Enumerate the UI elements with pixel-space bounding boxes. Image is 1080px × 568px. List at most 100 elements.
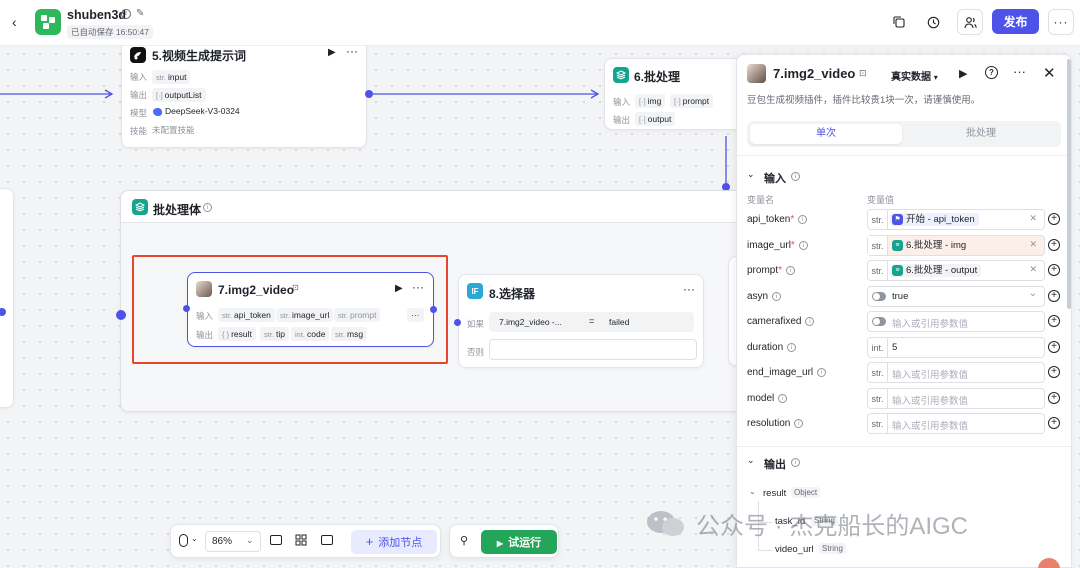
chevron-down-icon[interactable]: ⌄: [191, 534, 198, 543]
chevron-down-icon[interactable]: ⌄: [749, 487, 756, 496]
users-icon[interactable]: [957, 9, 983, 35]
info-icon[interactable]: i: [203, 203, 212, 212]
condition-row[interactable]: 7.img2_video -... = failed: [489, 312, 694, 332]
param-name: camerafixed: [747, 316, 802, 327]
info-icon[interactable]: i: [121, 9, 131, 19]
more-icon[interactable]: ···: [683, 282, 695, 296]
plus-icon: +: [365, 534, 374, 549]
info-icon: i: [805, 316, 815, 326]
tag-result: { } result: [218, 327, 256, 341]
grid-icon[interactable]: [295, 534, 307, 549]
reference-chip[interactable]: ⚑ 开始 - api_token: [890, 213, 979, 226]
more-icon[interactable]: ···: [346, 46, 358, 58]
param-field[interactable]: 输入或引用参数值: [867, 311, 1045, 332]
tab-batch[interactable]: 批处理: [905, 124, 1057, 144]
add-node-button[interactable]: + 添加节点: [351, 530, 437, 554]
run-icon[interactable]: ▶: [328, 47, 336, 58]
add-circle-icon[interactable]: +: [1048, 417, 1060, 429]
param-field[interactable]: true ⌄: [867, 286, 1045, 307]
add-circle-icon[interactable]: +: [1048, 341, 1060, 353]
node-selector[interactable]: IF 8.选择器 ··· 如果 7.img2_video -... = fail…: [458, 274, 704, 368]
toggle-switch[interactable]: [872, 317, 886, 326]
run-toolbar: ⚲ ▶ 试运行: [449, 524, 559, 558]
comment-icon[interactable]: [270, 535, 282, 545]
history-icon[interactable]: [925, 14, 941, 30]
connection-dot[interactable]: [430, 306, 437, 313]
node-video-prompt[interactable]: 5.视频生成提示词 ▶ ··· 输入 str. input 输出 [·] outpu…: [121, 46, 367, 148]
scrollbar[interactable]: [1067, 59, 1071, 309]
param-name: duration: [747, 342, 784, 353]
type-label: str.: [868, 261, 888, 280]
param-field[interactable]: str. 输入或引用参数值: [867, 388, 1045, 409]
else-field[interactable]: [489, 339, 697, 360]
zoom-select[interactable]: 86% ⌄: [205, 531, 261, 552]
param-field[interactable]: str. 输入或引用参数值: [867, 362, 1045, 383]
placeholder: 输入或引用参数值: [892, 370, 969, 381]
mouse-icon[interactable]: [179, 534, 188, 547]
tag-prompt: str. prompt: [334, 308, 381, 322]
add-circle-icon[interactable]: +: [1048, 315, 1060, 327]
run-icon[interactable]: ▶: [959, 67, 967, 80]
watermark: 公众号 · 杰克船长的AIGC: [644, 506, 968, 540]
param-field[interactable]: str. ≡ 6.批处理 - img ✕: [867, 235, 1045, 256]
partial-node-left[interactable]: [0, 188, 14, 408]
zoom-value: 86%: [212, 536, 233, 547]
col-value: 变量值: [867, 195, 895, 205]
add-circle-icon[interactable]: +: [1048, 213, 1060, 225]
connection-dot[interactable]: [183, 305, 190, 312]
param-row-prompt: prompt* i str. ≡ 6.批处理 - output ✕ +: [737, 260, 1071, 282]
info-icon[interactable]: i: [791, 172, 800, 181]
param-field[interactable]: str. ≡ 6.批处理 - output ✕: [867, 260, 1045, 281]
param-name: api_token: [747, 214, 791, 225]
param-row-resolution: resolution i str. 输入或引用参数值 +: [737, 413, 1071, 435]
tab-single[interactable]: 单次: [750, 124, 902, 144]
param-name: end_image_url: [747, 367, 814, 378]
param-field[interactable]: str. 输入或引用参数值: [867, 413, 1045, 434]
label-input: 输入: [130, 72, 148, 82]
data-mode-select[interactable]: 真实数据 ▾: [891, 68, 938, 83]
panel-description: 豆包生成视频插件，插件比较贵1块一次，请谨慎使用。: [747, 95, 981, 106]
node-img2video[interactable]: 7.img2_video ⊡ ▶ ··· 输入 str. api_token st…: [187, 272, 434, 347]
clear-icon[interactable]: ✕: [1029, 213, 1037, 224]
param-field[interactable]: int. 5: [867, 337, 1045, 358]
chevron-down-icon[interactable]: ⌄: [1029, 288, 1037, 299]
chevron-down-icon[interactable]: ⌄: [747, 455, 755, 466]
param-field[interactable]: str. ⚑ 开始 - api_token ✕: [867, 209, 1045, 230]
add-circle-icon[interactable]: +: [1048, 264, 1060, 276]
toggle-switch[interactable]: [872, 292, 886, 301]
help-icon[interactable]: ?: [985, 66, 998, 79]
edit-icon[interactable]: ✎: [136, 8, 144, 19]
play-icon: ▶: [496, 539, 504, 548]
add-circle-icon[interactable]: +: [1048, 366, 1060, 378]
connection-dot[interactable]: [365, 90, 373, 98]
test-run-button[interactable]: ▶ 试运行: [481, 530, 557, 554]
reference-chip[interactable]: ≡ 6.批处理 - output: [890, 264, 982, 277]
minimap-icon[interactable]: [321, 535, 333, 545]
publish-button[interactable]: 发布: [992, 9, 1039, 34]
more-icon[interactable]: ···: [1013, 64, 1026, 79]
connection-dot[interactable]: [116, 310, 126, 320]
more-icon[interactable]: ···: [1048, 9, 1074, 35]
clear-icon[interactable]: ✕: [1029, 264, 1037, 275]
info-icon[interactable]: i: [791, 458, 800, 467]
output-type-badge: Object: [791, 487, 821, 498]
condition-right: failed: [609, 317, 630, 327]
batch-icon: [613, 67, 629, 83]
add-circle-icon[interactable]: +: [1048, 392, 1060, 404]
chevron-down-icon: ▾: [933, 73, 938, 82]
close-icon[interactable]: ✕: [1043, 64, 1056, 82]
reference-chip[interactable]: ≡ 6.批处理 - img: [890, 239, 970, 252]
copy-icon[interactable]: [891, 14, 907, 30]
node-batch[interactable]: 6.批处理 输入 [·] img [·] prompt 输出 [·] output: [604, 58, 744, 130]
clear-icon[interactable]: ✕: [1029, 239, 1037, 250]
add-circle-icon[interactable]: +: [1048, 239, 1060, 251]
wrench-icon[interactable]: ⚲: [460, 534, 468, 547]
add-circle-icon[interactable]: +: [1048, 290, 1060, 302]
more-icon[interactable]: ···: [412, 280, 424, 294]
connection-dot[interactable]: [454, 319, 461, 326]
run-icon[interactable]: ▶: [395, 283, 403, 294]
param-value: 5: [892, 342, 898, 353]
back-icon[interactable]: ‹: [12, 14, 17, 30]
canvas-toolbar: ⌄ 86% ⌄ + 添加节点: [170, 524, 441, 558]
chevron-down-icon[interactable]: ⌄: [747, 169, 755, 180]
